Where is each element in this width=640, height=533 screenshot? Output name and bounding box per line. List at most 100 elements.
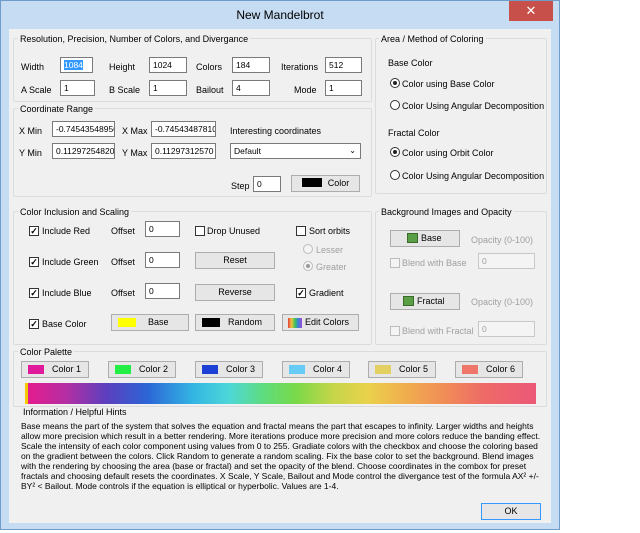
include-red-label[interactable]: Include Red: [42, 226, 90, 236]
step-field[interactable]: 0: [253, 176, 281, 192]
blend-fractal-checkbox[interactable]: [390, 326, 400, 336]
blend-fractal-field[interactable]: 0: [478, 321, 535, 337]
palette-color-5-button[interactable]: Color 5: [368, 361, 436, 378]
include-red-checkbox[interactable]: ✓: [29, 226, 39, 236]
palette-color-2-label: Color 2: [139, 364, 169, 374]
bscale-field[interactable]: 1: [149, 80, 187, 96]
coord-color-button[interactable]: Color: [291, 175, 360, 192]
base-color-radio-1[interactable]: [390, 78, 400, 88]
iterations-label: Iterations: [281, 62, 319, 72]
offset-blue-field[interactable]: 0: [145, 283, 180, 299]
information-title: Information / Helpful Hints: [21, 407, 129, 417]
palette-color-6-button[interactable]: Color 6: [455, 361, 523, 378]
height-label: Height: [109, 62, 136, 72]
coordinate-range-title: Coordinate Range: [18, 104, 96, 114]
include-green-checkbox[interactable]: ✓: [29, 257, 39, 267]
blend-base-label[interactable]: Blend with Base: [402, 258, 467, 268]
palette-color-1-button[interactable]: Color 1: [21, 361, 89, 378]
xmin-field[interactable]: -0.74543548950: [52, 121, 115, 137]
palette-icon: [288, 318, 302, 328]
ymax-field[interactable]: 0.11297312570: [151, 143, 216, 159]
interesting-coordinates-dropdown[interactable]: Default ⌄: [230, 143, 361, 159]
drop-unused-label[interactable]: Drop Unused: [207, 226, 260, 236]
base-color-radio-2[interactable]: [390, 100, 400, 110]
sort-orbits-label[interactable]: Sort orbits: [309, 226, 350, 236]
background-base-button[interactable]: Base: [390, 230, 460, 247]
mode-field[interactable]: 1: [325, 80, 362, 96]
reverse-button[interactable]: Reverse: [195, 284, 275, 301]
base-color-option-2[interactable]: Color Using Angular Decomposition: [402, 101, 544, 111]
palette-color-6-swatch: [462, 365, 478, 374]
dialog-body: Resolution, Precision, Number of Colors,…: [9, 29, 551, 523]
colors-field[interactable]: 184: [232, 57, 270, 73]
base-color-option-1[interactable]: Color using Base Color: [402, 79, 495, 89]
mode-label: Mode: [294, 85, 317, 95]
offset-blue-label: Offset: [111, 288, 135, 298]
ymin-field[interactable]: 0.11297254820: [52, 143, 115, 159]
blend-base-checkbox[interactable]: [390, 258, 400, 268]
include-green-label[interactable]: Include Green: [42, 257, 99, 267]
base-color-checkbox-label[interactable]: Base Color: [42, 319, 87, 329]
include-blue-label[interactable]: Include Blue: [42, 288, 92, 298]
width-value: 1084: [64, 60, 83, 70]
palette-color-6-label: Color 6: [486, 364, 516, 374]
fractal-color-heading: Fractal Color: [388, 128, 440, 138]
fractal-color-option-2[interactable]: Color Using Angular Decomposition: [402, 171, 544, 181]
fractal-color-option-1[interactable]: Color using Orbit Color: [402, 148, 494, 158]
fractal-color-radio-2[interactable]: [390, 170, 400, 180]
offset-red-field[interactable]: 0: [145, 221, 180, 237]
palette-color-2-swatch: [115, 365, 131, 374]
include-blue-checkbox[interactable]: ✓: [29, 288, 39, 298]
sort-orbits-checkbox[interactable]: [296, 226, 306, 236]
edit-colors-button[interactable]: Edit Colors: [282, 314, 359, 331]
coord-color-label: Color: [327, 178, 350, 188]
base-color-checkbox[interactable]: ✓: [29, 319, 39, 329]
palette-color-4-button[interactable]: Color 4: [282, 361, 350, 378]
close-button[interactable]: ✕: [509, 1, 553, 21]
color-palette-title: Color Palette: [18, 347, 75, 357]
color-inclusion-title: Color Inclusion and Scaling: [18, 207, 132, 217]
background-fractal-button[interactable]: Fractal: [390, 293, 460, 310]
gradient-checkbox[interactable]: ✓: [296, 288, 306, 298]
lesser-label: Lesser: [316, 245, 344, 255]
background-images-title: Background Images and Opacity: [379, 207, 514, 217]
drop-unused-checkbox[interactable]: [195, 226, 205, 236]
iterations-field[interactable]: 512: [325, 57, 362, 73]
lesser-radio[interactable]: [303, 244, 313, 254]
blend-base-field[interactable]: 0: [478, 253, 535, 269]
palette-color-4-swatch: [289, 365, 305, 374]
palette-gradient-start: [25, 383, 28, 404]
fractal-color-radio-1[interactable]: [390, 147, 400, 157]
information-text: Base means the part of the system that s…: [21, 421, 541, 491]
palette-color-5-swatch: [375, 365, 391, 374]
ok-button[interactable]: OK: [481, 503, 541, 520]
blend-fractal-label[interactable]: Blend with Fractal: [402, 326, 474, 336]
edit-colors-label: Edit Colors: [305, 317, 350, 327]
offset-green-field[interactable]: 0: [145, 252, 180, 268]
base-color-button[interactable]: Base: [111, 314, 189, 331]
interesting-coordinates-value: Default: [234, 146, 261, 156]
height-field[interactable]: 1024: [149, 57, 187, 73]
background-base-label: Base: [421, 233, 442, 243]
width-field[interactable]: 1084: [60, 57, 93, 73]
greater-radio[interactable]: [303, 261, 313, 271]
gradient-label[interactable]: Gradient: [309, 288, 344, 298]
area-method-title: Area / Method of Coloring: [379, 34, 486, 44]
base-color-swatch: [118, 318, 136, 327]
ascale-field[interactable]: 1: [60, 80, 95, 96]
random-button[interactable]: Random: [195, 314, 275, 331]
palette-color-1-swatch: [28, 365, 44, 374]
palette-color-1-label: Color 1: [52, 364, 82, 374]
palette-color-3-button[interactable]: Color 3: [195, 361, 263, 378]
reset-button[interactable]: Reset: [195, 252, 275, 269]
title-bar[interactable]: New Mandelbrot ✕: [1, 1, 559, 28]
bailout-field[interactable]: 4: [232, 80, 270, 96]
ascale-label: A Scale: [21, 85, 52, 95]
width-label: Width: [21, 62, 45, 72]
xmax-field[interactable]: -0.74543487810: [151, 121, 216, 137]
image-icon: [403, 296, 414, 306]
bscale-label: B Scale: [109, 85, 141, 95]
palette-color-3-label: Color 3: [226, 364, 256, 374]
palette-color-2-button[interactable]: Color 2: [108, 361, 176, 378]
xmin-label: X Min: [19, 126, 43, 136]
